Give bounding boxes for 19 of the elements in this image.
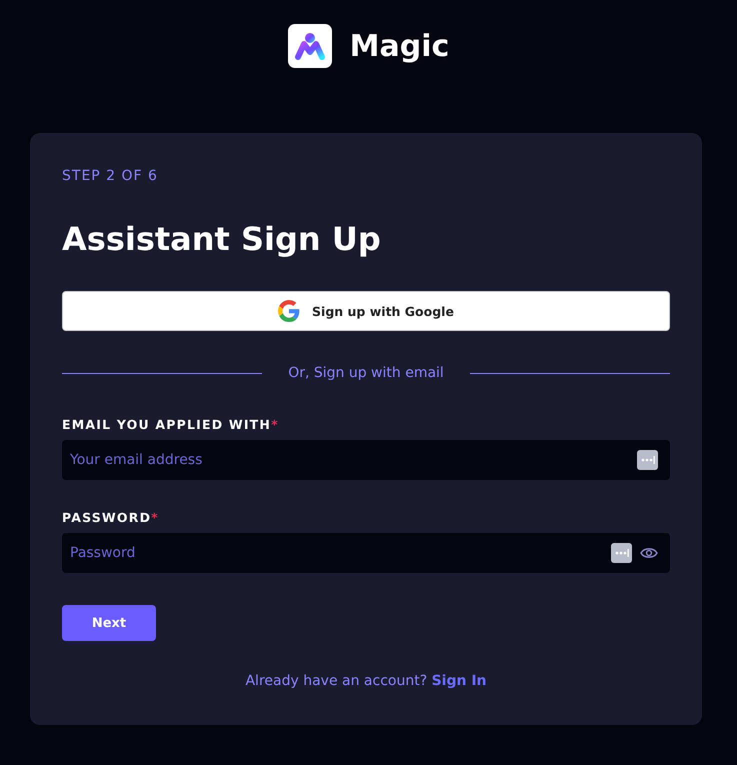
password-manager-icon[interactable] [637,450,658,470]
google-icon [278,300,300,322]
page-title: Assistant Sign Up [62,219,382,259]
google-signup-button[interactable]: Sign up with Google [62,291,670,331]
field-label: EMAIL YOU APPLIED WITH [62,417,272,432]
email-field[interactable]: Your email address [62,440,670,480]
password-manager-icon[interactable] [611,543,632,563]
password-field[interactable]: Password [62,533,670,573]
brand-name: Magic [350,28,450,64]
next-button[interactable]: Next [62,605,156,641]
signin-prompt: Already have an account? Sign In [244,673,488,689]
step-indicator: STEP 2 OF 6 [62,167,159,185]
divider-text: Or, Sign up with email [288,365,444,381]
required-mark: * [151,510,159,525]
required-mark: * [271,417,279,432]
sign-in-link[interactable]: Sign In [432,673,486,689]
field-label: PASSWORD [62,510,152,525]
logo-icon [288,24,332,68]
eye-icon[interactable] [640,546,658,560]
